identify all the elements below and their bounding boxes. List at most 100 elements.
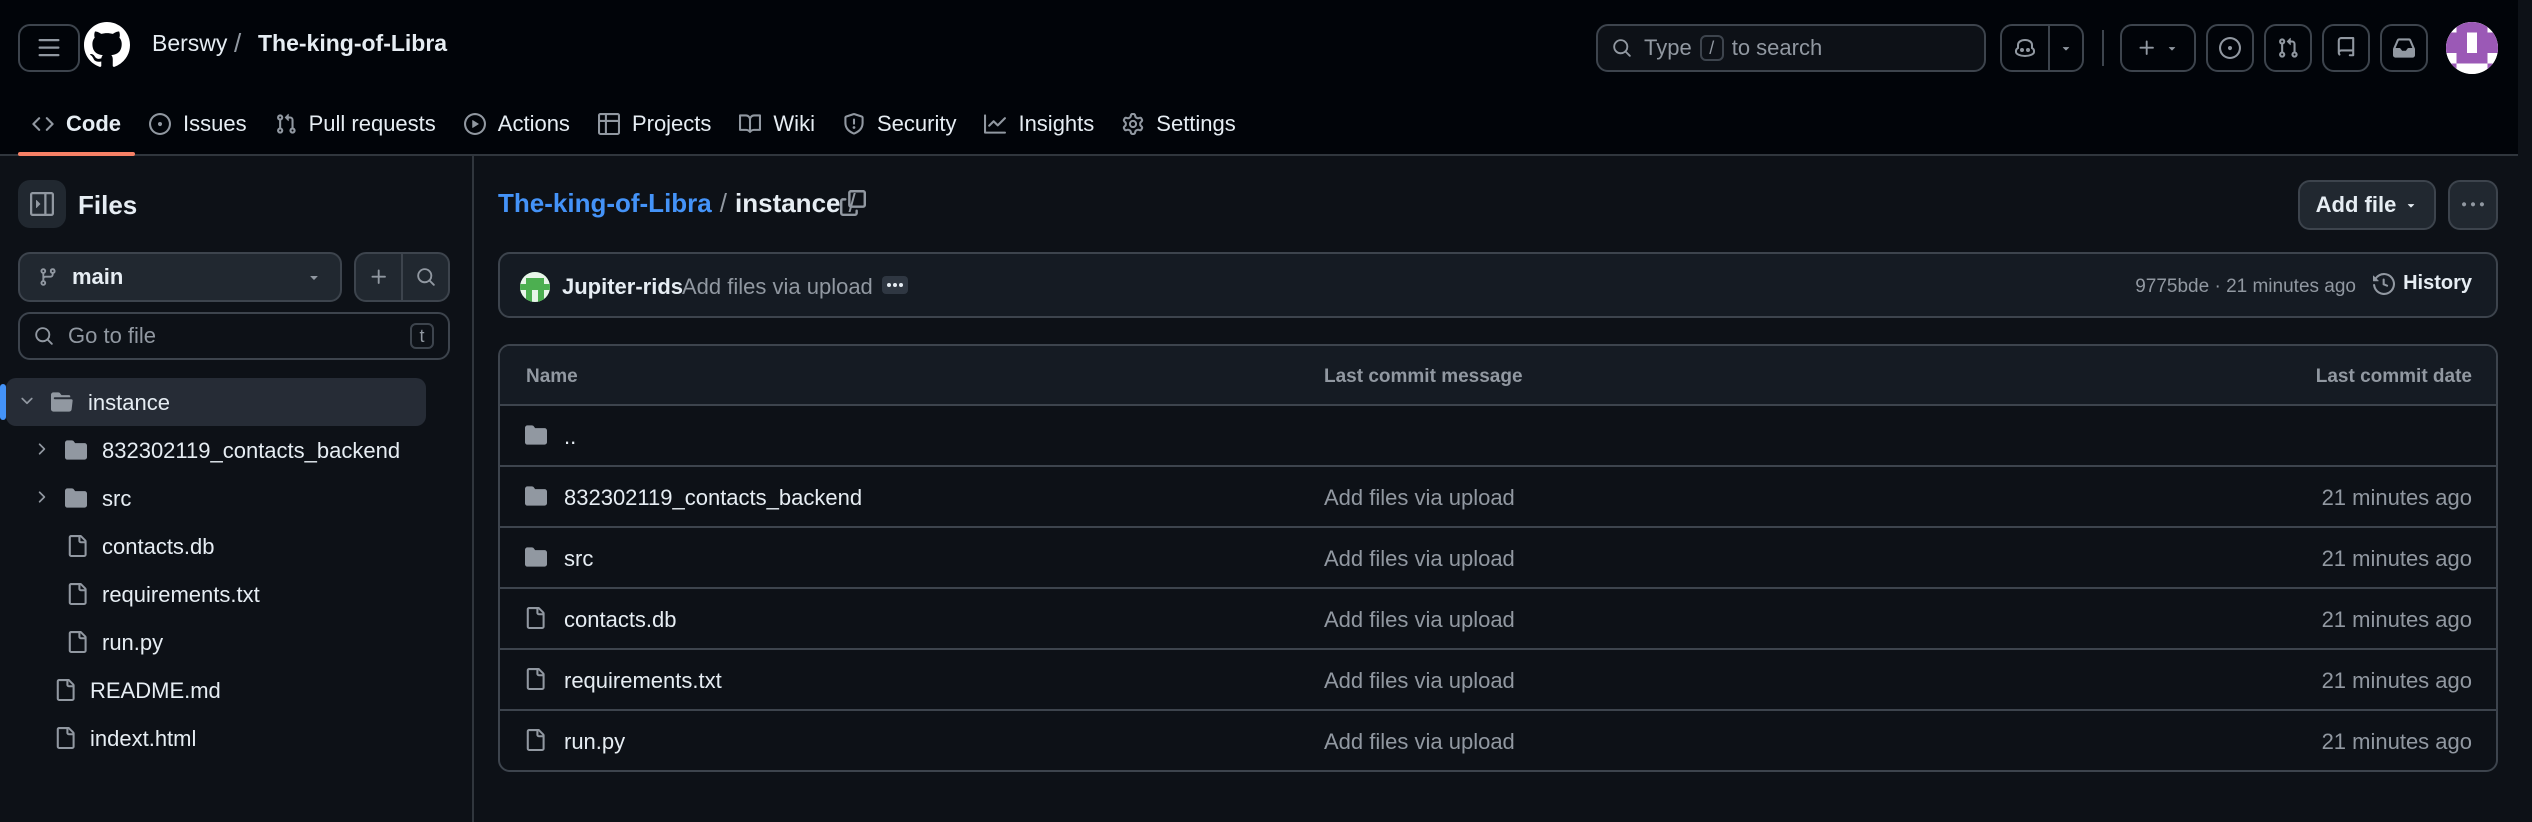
row-commit-message[interactable]: Add files via upload [1324,607,1515,633]
triangle-down-icon [310,276,318,280]
table-row[interactable]: 832302119_contacts_backend Add files via… [500,467,2496,528]
row-commit-message[interactable]: Add files via upload [1324,485,1515,511]
tab-label: Insights [1018,111,1095,136]
commit-sha-and-time[interactable]: 9775bde · 21 minutes ago [2135,276,2356,298]
history-button[interactable]: History [2373,272,2472,295]
table-row-parent-directory[interactable]: .. [500,406,2496,467]
expand-commit-message-button[interactable] [882,276,908,294]
row-name[interactable]: .. [564,424,576,450]
shield-icon [844,113,864,135]
code-icon [32,117,54,131]
create-new-button[interactable] [2120,24,2196,72]
row-commit-message[interactable]: Add files via upload [1324,729,1515,755]
row-commit-message[interactable]: Add files via upload [1324,546,1515,572]
more-options-button[interactable] [2448,180,2498,230]
row-commit-date: 21 minutes ago [2321,729,2472,754]
tree-item-label: contacts.db [102,534,215,559]
repositories-button[interactable] [2322,24,2370,72]
book-icon [739,114,762,133]
file-icon [56,679,75,701]
tab-issues[interactable]: Issues [135,98,261,150]
triangle-down-icon [2062,47,2070,51]
row-name[interactable]: src [564,546,593,572]
folder-icon [525,425,547,445]
tree-item-instance[interactable]: instance [0,378,426,426]
add-file-button[interactable]: Add file [2298,180,2436,230]
row-name[interactable]: 832302119_contacts_backend [564,485,862,511]
chevron-right-icon [38,443,46,455]
path-separator: / [719,188,727,218]
tab-projects[interactable]: Projects [584,98,725,150]
path-repo-link[interactable]: The-king-of-Libra [498,188,712,219]
ellipsis-icon [887,283,903,287]
user-avatar[interactable] [2446,22,2498,74]
file-icon [68,631,87,653]
file-icon [526,668,545,690]
global-search-input[interactable]: Type / to search [1596,24,1986,72]
global-header: Berswy / The-king-of-Libra Type / to sea… [0,0,2532,156]
tab-insights[interactable]: Insights [970,98,1108,150]
github-repo-page: Berswy / The-king-of-Libra Type / to sea… [0,0,2532,822]
file-tree: instance 832302119_contacts_backend src … [0,378,474,762]
breadcrumb-owner-link[interactable]: Berswy [152,30,227,57]
table-row[interactable]: requirements.txt Add files via upload 21… [500,650,2496,711]
tree-item-832302119-contacts-backend[interactable]: 832302119_contacts_backend [0,426,474,474]
inbox-button[interactable] [2380,24,2428,72]
copilot-dropdown-button[interactable] [2050,26,2082,70]
tab-security[interactable]: Security [829,98,970,150]
sidebar-collapse-icon [30,192,54,216]
tree-item-src[interactable]: src [0,474,474,522]
table-row[interactable]: contacts.db Add files via upload 21 minu… [500,589,2496,650]
tree-item-run-py[interactable]: run.py [0,618,474,666]
tree-item-requirements-txt[interactable]: requirements.txt [0,570,474,618]
kebab-horizontal-icon [2462,202,2484,207]
branch-selector-button[interactable]: main [18,252,342,302]
tab-label: Code [66,111,121,136]
issue-icon [149,113,171,135]
tree-item-readme-md[interactable]: README.md [0,666,474,714]
table-row[interactable]: run.py Add files via upload 21 minutes a… [500,711,2496,770]
latest-commit-bar: Jupiter-rids Add files via upload 9775bd… [498,252,2498,318]
tree-item-label: src [102,486,132,511]
issues-button[interactable] [2206,24,2254,72]
breadcrumb-repo-link[interactable]: The-king-of-Libra [258,30,447,57]
column-header-name: Name [526,366,578,387]
tab-code[interactable]: Code [18,98,135,156]
plus-icon [2139,40,2154,55]
tree-item-contacts-db[interactable]: contacts.db [0,522,474,570]
go-to-file-input[interactable]: Go to file t [18,312,450,360]
copy-path-button[interactable] [840,190,866,216]
branch-name: main [72,264,124,289]
tree-item-indext-html[interactable]: indext.html [0,714,474,762]
row-name[interactable]: requirements.txt [564,668,722,694]
tab-wiki[interactable]: Wiki [725,98,829,150]
commit-author-avatar[interactable] [520,272,550,302]
tab-settings[interactable]: Settings [1108,98,1250,150]
add-file-sidebar-button[interactable] [356,254,403,300]
commit-message-link[interactable]: Add files via upload [682,274,873,300]
go-to-file-placeholder: Go to file [68,323,157,348]
row-name[interactable]: run.py [564,729,625,755]
search-icon [416,268,435,286]
github-logo-icon[interactable] [84,22,130,68]
hamburger-menu-button[interactable] [18,24,80,72]
page-scrollbar[interactable] [2518,0,2532,822]
collapse-sidebar-button[interactable] [18,180,66,228]
row-commit-message[interactable]: Add files via upload [1324,668,1515,694]
tree-item-label: README.md [90,678,221,703]
tab-actions[interactable]: Actions [450,98,584,150]
table-row[interactable]: src Add files via upload 21 minutes ago [500,528,2496,589]
commit-author-link[interactable]: Jupiter-rids [562,274,683,300]
chevron-right-icon [38,491,46,503]
copilot-button[interactable] [2002,26,2050,70]
search-files-button[interactable] [403,254,448,300]
hamburger-icon [38,39,60,57]
tab-pull-requests[interactable]: Pull requests [261,98,450,150]
row-commit-date: 21 minutes ago [2321,485,2472,510]
add-file-label: Add file [2315,192,2397,217]
folder-icon [65,440,87,460]
column-header-last-commit-message: Last commit message [1324,366,1523,387]
tab-label: Actions [497,111,570,136]
row-name[interactable]: contacts.db [564,607,677,633]
pull-requests-button[interactable] [2264,24,2312,72]
